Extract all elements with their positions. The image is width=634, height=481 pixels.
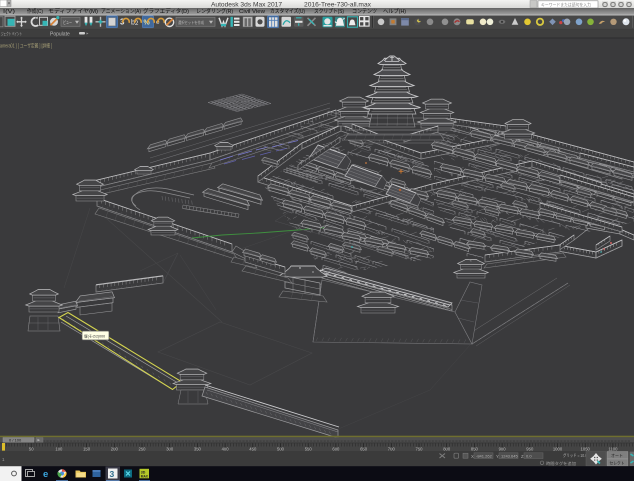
svg-text:カスタマイズ(U): カスタマイズ(U) (270, 7, 305, 15)
svg-text:コンテンツ: コンテンツ (352, 8, 377, 15)
svg-text:オート: オート (611, 453, 623, 458)
svg-text:0 / 100: 0 / 100 (9, 438, 22, 443)
svg-text:キーワードまたは語句を入力: キーワードまたは語句を入力 (541, 1, 591, 8)
svg-text:3: 3 (110, 469, 115, 479)
svg-text:作成(C): 作成(C) (27, 7, 43, 15)
svg-text:0.0: 0.0 (526, 454, 532, 459)
svg-text:%: % (144, 19, 151, 26)
svg-text:Civil View: Civil View (239, 9, 265, 15)
svg-text:グラフエディタ(D): グラフエディタ(D) (143, 7, 189, 15)
svg-text:1243.645: 1243.645 (501, 454, 518, 459)
svg-text:アニメーション(A): アニメーション(A) (101, 8, 141, 15)
svg-text:時間タグを追加: 時間タグを追加 (546, 460, 576, 467)
svg-text:I(V): I(V) (3, 9, 15, 15)
svg-text:選択セットを作成: 選択セットを作成 (178, 19, 204, 26)
svg-text:モディファイヤ(M): モディファイヤ(M) (48, 7, 98, 15)
svg-text:スクリプト(S): スクリプト(S) (314, 8, 344, 15)
svg-text:2016-Tree-730-all.max: 2016-Tree-730-all.max (304, 2, 371, 8)
svg-text:Autodesk 3ds Max 2017: Autodesk 3ds Max 2017 (211, 2, 283, 8)
svg-text:amera01 ] [ ユーザ定義 ] [詳細 ]: amera01 ] [ ユーザ定義 ] [詳細 ] (0, 41, 52, 49)
svg-text:ビュー: ビュー (63, 19, 72, 25)
svg-text:-841.262: -841.262 (476, 454, 493, 459)
svg-text:グリッド = 10.0: グリッド = 10.0 (563, 452, 587, 459)
svg-text:MAX: MAX (141, 474, 149, 478)
svg-text:Populate: Populate (50, 32, 70, 38)
svg-text:塀(その2)000: 塀(その2)000 (84, 334, 105, 339)
svg-text:ヘルプ(H): ヘルプ(H) (383, 8, 406, 15)
svg-text:レンダリング(R): レンダリング(R) (196, 7, 233, 15)
svg-text:e: e (43, 469, 48, 480)
